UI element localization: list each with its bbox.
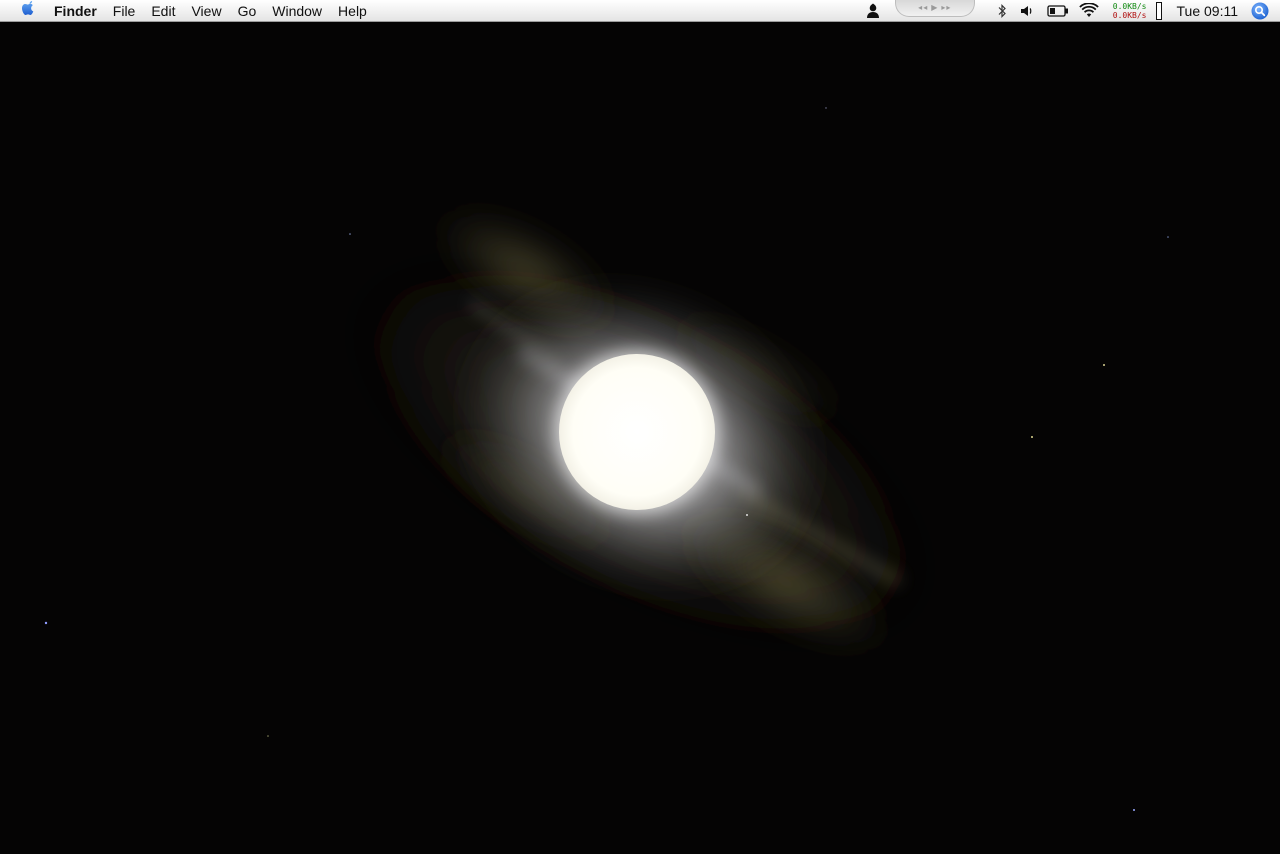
menu-finder[interactable]: Finder: [46, 0, 105, 22]
star: [1133, 809, 1135, 811]
battery-icon[interactable]: [1041, 0, 1075, 22]
star: [1031, 436, 1033, 438]
user-silhouette-icon[interactable]: [863, 0, 883, 22]
moon-photo: [44, 107, 1169, 811]
moon: [559, 354, 715, 510]
screen: Finder File Edit View Go Window Help ◂◂ …: [0, 0, 1280, 854]
desktop-wallpaper[interactable]: [0, 22, 1280, 854]
menu-list: Finder File Edit View Go Window Help: [46, 0, 375, 22]
network-upload-rate: 0.0KB/s: [1112, 2, 1147, 11]
menu-edit[interactable]: Edit: [143, 0, 183, 22]
fast-forward-icon[interactable]: ▸▸: [941, 3, 951, 12]
star: [267, 735, 269, 737]
menu-help[interactable]: Help: [330, 0, 375, 22]
apple-icon: [20, 0, 36, 21]
menu-file[interactable]: File: [105, 0, 144, 22]
menu-clock[interactable]: Tue 09:11: [1177, 3, 1239, 19]
apple-menu[interactable]: [10, 0, 46, 22]
star: [1103, 364, 1105, 366]
star: [746, 514, 748, 516]
menu-bar: Finder File Edit View Go Window Help ◂◂ …: [0, 0, 1280, 22]
star: [1167, 236, 1169, 238]
wifi-icon[interactable]: [1075, 0, 1103, 22]
battery-level-indicator[interactable]: [1155, 0, 1163, 22]
network-download-rate: 0.0KB/s: [1112, 11, 1147, 20]
rewind-icon[interactable]: ◂◂: [918, 3, 928, 12]
volume-icon[interactable]: [1015, 0, 1041, 22]
menu-view[interactable]: View: [183, 0, 229, 22]
star: [349, 233, 351, 235]
star: [44, 621, 48, 625]
network-monitor[interactable]: 0.0KB/s 0.0KB/s: [1113, 0, 1147, 22]
media-controls[interactable]: ◂◂ ▶ ▸▸: [894, 0, 975, 17]
play-icon[interactable]: ▶: [931, 3, 938, 12]
menu-go[interactable]: Go: [230, 0, 265, 22]
star: [825, 107, 827, 109]
menu-window[interactable]: Window: [264, 0, 330, 22]
menu-extras: ◂◂ ▶ ▸▸ 0.0KB/s 0.0KB/s Tue 09:11: [863, 0, 1280, 22]
bluetooth-icon[interactable]: [989, 0, 1015, 22]
spotlight-search-icon[interactable]: [1250, 1, 1270, 21]
